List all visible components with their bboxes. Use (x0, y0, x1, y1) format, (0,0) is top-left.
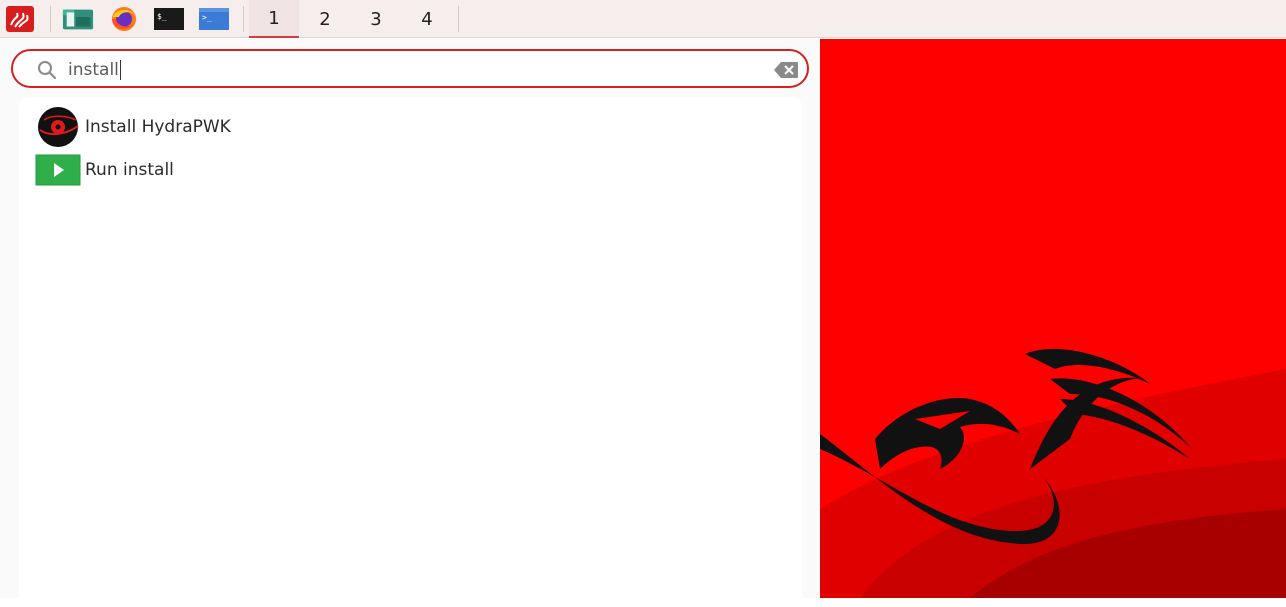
taskbar: $_ >_ 1 2 3 4 (0, 0, 1286, 38)
workspace-1[interactable]: 1 (249, 0, 299, 38)
terminal-icon[interactable]: $_ (153, 5, 185, 33)
kali-dragon-wallpaper (820, 39, 1286, 598)
result-run-install[interactable]: Run install (34, 149, 774, 191)
search-box[interactable]: install (11, 49, 809, 88)
svg-text:$_: $_ (157, 12, 167, 21)
workspace-3[interactable]: 3 (351, 0, 401, 38)
search-input[interactable]: install (68, 59, 121, 81)
file-manager-icon[interactable] (62, 5, 94, 33)
app-launcher-panel: install Install HydraPWK Run install (0, 39, 820, 607)
search-results-list: Install HydraPWK Run install (19, 97, 802, 607)
firefox-icon[interactable] (108, 5, 140, 33)
search-input-value: install (68, 60, 119, 80)
result-label: Run install (85, 160, 174, 180)
search-icon (37, 60, 57, 84)
hydrapwk-installer-icon (34, 106, 82, 148)
text-caret (119, 60, 121, 80)
result-label: Install HydraPWK (85, 117, 231, 137)
result-install-hydrapwk[interactable]: Install HydraPWK (34, 106, 774, 148)
kali-menu-icon[interactable] (4, 5, 36, 33)
taskbar-separator (50, 6, 51, 32)
taskbar-separator (243, 6, 244, 32)
desktop-wallpaper (820, 39, 1286, 598)
taskbar-separator (458, 6, 459, 32)
terminal-emulator-icon[interactable]: >_ (198, 5, 230, 33)
workspace-4[interactable]: 4 (402, 0, 452, 38)
svg-text:>_: >_ (202, 13, 212, 22)
run-play-icon (34, 149, 82, 191)
workspace-2[interactable]: 2 (300, 0, 350, 38)
clear-search-icon[interactable] (773, 61, 799, 83)
